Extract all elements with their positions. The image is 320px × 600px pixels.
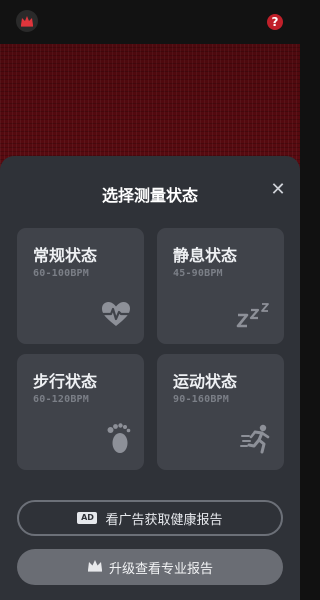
measurement-state-sheet: 选择测量状态 ✕ 常规状态 60-100BPM 静息状态 45-90BPM 步行… [0,156,300,600]
footprint-icon [106,422,132,458]
help-icon[interactable]: ? [267,14,283,30]
state-card-title: 运动状态 [173,372,238,391]
crown-icon[interactable] [16,10,38,32]
top-bar: ? [0,0,300,44]
state-card-range: 45-90BPM [173,268,223,279]
state-card-title: 步行状态 [33,372,98,391]
watch-ad-label: 看广告获取健康报告 [105,512,223,528]
ad-icon: AD [77,512,98,524]
heart-pulse-icon [100,300,132,332]
sleep-zzz-icon [236,302,272,332]
running-icon [240,424,272,458]
crown-icon [87,559,103,576]
close-icon[interactable]: ✕ [270,181,286,199]
upgrade-button[interactable]: 升级查看专业报告 [17,549,283,585]
state-card-exercise[interactable]: 运动状态 90-160BPM [157,354,284,470]
state-card-range: 90-160BPM [173,394,229,405]
state-card-resting[interactable]: 静息状态 45-90BPM [157,228,284,344]
state-card-title: 常规状态 [33,246,98,265]
state-card-regular[interactable]: 常规状态 60-100BPM [17,228,144,344]
watch-ad-button[interactable]: AD 看广告获取健康报告 [17,500,283,536]
state-card-walking[interactable]: 步行状态 60-120BPM [17,354,144,470]
state-card-title: 静息状态 [173,246,238,265]
upgrade-label: 升级查看专业报告 [108,561,213,577]
sheet-title: 选择测量状态 [101,186,198,205]
state-card-range: 60-100BPM [33,268,89,279]
state-card-range: 60-120BPM [33,394,89,405]
